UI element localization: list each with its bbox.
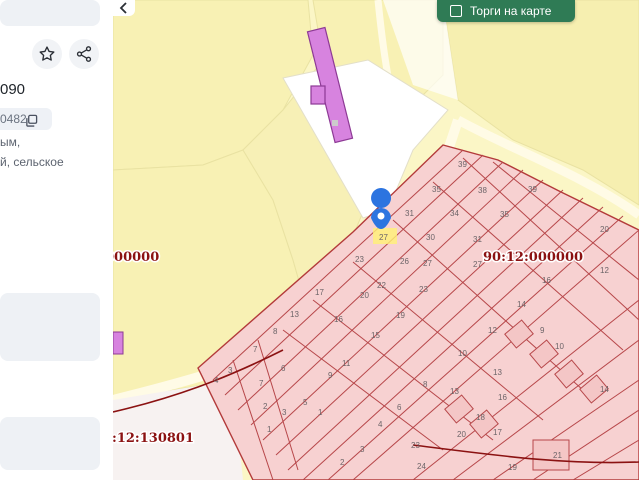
plot-number: 10 [555, 342, 564, 351]
plot-number: 20 [360, 291, 369, 300]
plot-number: 34 [450, 209, 459, 218]
plot-number: 11 [342, 359, 351, 368]
plot-number: 31 [473, 235, 482, 244]
plot-number: 8 [273, 327, 278, 336]
plot-number: 39 [528, 185, 537, 194]
plot-number: 13 [450, 387, 459, 396]
trade-on-map-button[interactable]: Торги на карте [437, 0, 575, 22]
favorite-button[interactable] [32, 39, 62, 69]
panel-section-block [0, 417, 100, 470]
panel-header-block [0, 0, 100, 26]
plot-number: 13 [493, 368, 502, 377]
plot-number: 7 [253, 345, 258, 354]
plot-number: 21 [553, 451, 562, 460]
plot-number: 20 [457, 430, 466, 439]
cadastral-map[interactable]: 39 35 38 39 31 34 35 20 30 31 27 26 27 23 22 23 16 12 17 20… [113, 0, 639, 480]
building [310, 85, 326, 105]
plot-number: 27 [473, 260, 482, 269]
address-line-1: ым, [0, 135, 21, 149]
plot-number: 17 [493, 428, 502, 437]
plot-number: 30 [426, 233, 435, 242]
trade-button-label: Торги на карте [470, 4, 552, 18]
plot-number: 20 [600, 225, 609, 234]
plot-number: 9 [328, 371, 333, 380]
plot-number: 15 [371, 331, 380, 340]
plot-number: 35 [432, 185, 441, 194]
plot-number: 5 [303, 398, 308, 407]
cadastral-number: 090 [0, 81, 26, 98]
plot-number: 24 [417, 462, 426, 471]
plot-number: 39 [458, 160, 467, 169]
collapse-panel-button[interactable] [113, 0, 135, 16]
plot-number: 3 [228, 366, 233, 375]
plot-number: 23 [419, 285, 428, 294]
plot-number: 17 [315, 288, 324, 297]
zone-label: 000000 [113, 250, 159, 265]
plot-number: 22 [377, 281, 386, 290]
checkbox-icon[interactable] [450, 5, 462, 17]
plot-number: 10 [458, 349, 467, 358]
plot-number: 16 [542, 276, 551, 285]
copy-icon[interactable] [25, 114, 38, 127]
plot-number: 23 [411, 441, 420, 450]
plot-number: 16 [498, 393, 507, 402]
plot-number: 6 [397, 403, 402, 412]
plot-number: 16 [334, 315, 343, 324]
star-icon [39, 46, 55, 61]
plot-number: 26 [400, 257, 409, 266]
plot-number: 1 [318, 408, 323, 417]
plot-number: 4 [378, 420, 383, 429]
zone-label: 90:12:000000 [483, 250, 583, 265]
plot-number: 35 [500, 210, 509, 219]
plot-number: 7 [259, 379, 264, 388]
plot-number: 19 [396, 311, 405, 320]
plot-number: 14 [600, 385, 609, 394]
plot-number: 31 [405, 209, 414, 218]
plot-number: 4 [214, 376, 219, 385]
copy-number-chip[interactable]: 0482 [0, 108, 52, 130]
share-icon [76, 46, 92, 62]
info-panel: 090 0482 ым, й, сельское [0, 0, 113, 480]
plot-number: 38 [478, 186, 487, 195]
plot-number: 19 [508, 463, 517, 472]
small-structure [332, 120, 338, 126]
plot-number: 13 [290, 310, 299, 319]
plot-number: 3 [360, 445, 365, 454]
plot-number: 12 [600, 266, 609, 275]
plot-number: 3 [282, 408, 287, 417]
plot-number: 14 [517, 300, 526, 309]
plot-number: 2 [340, 458, 345, 467]
chip-number: 0482 [0, 112, 27, 126]
address-line-2: й, сельское [0, 155, 64, 169]
zone-label: 0:12:130801 [113, 431, 194, 446]
plot-number: 12 [488, 326, 497, 335]
plot-number: 2 [263, 402, 268, 411]
map-canvas[interactable]: 3935 38 3931 34 352030 312726 272322 23161217 20… [113, 0, 639, 480]
marker-label: 27 [379, 233, 388, 242]
plot-number: 6 [281, 364, 286, 373]
plot-number: 18 [476, 413, 485, 422]
building-edge [113, 331, 124, 355]
panel-section-block [0, 293, 100, 361]
plot-number: 1 [267, 425, 272, 434]
plot-number: 9 [540, 326, 545, 335]
plot-number: 8 [423, 380, 428, 389]
plot-number: 23 [355, 255, 364, 264]
share-button[interactable] [69, 39, 99, 69]
chevron-left-icon [119, 2, 127, 14]
plot-number: 27 [423, 259, 432, 268]
